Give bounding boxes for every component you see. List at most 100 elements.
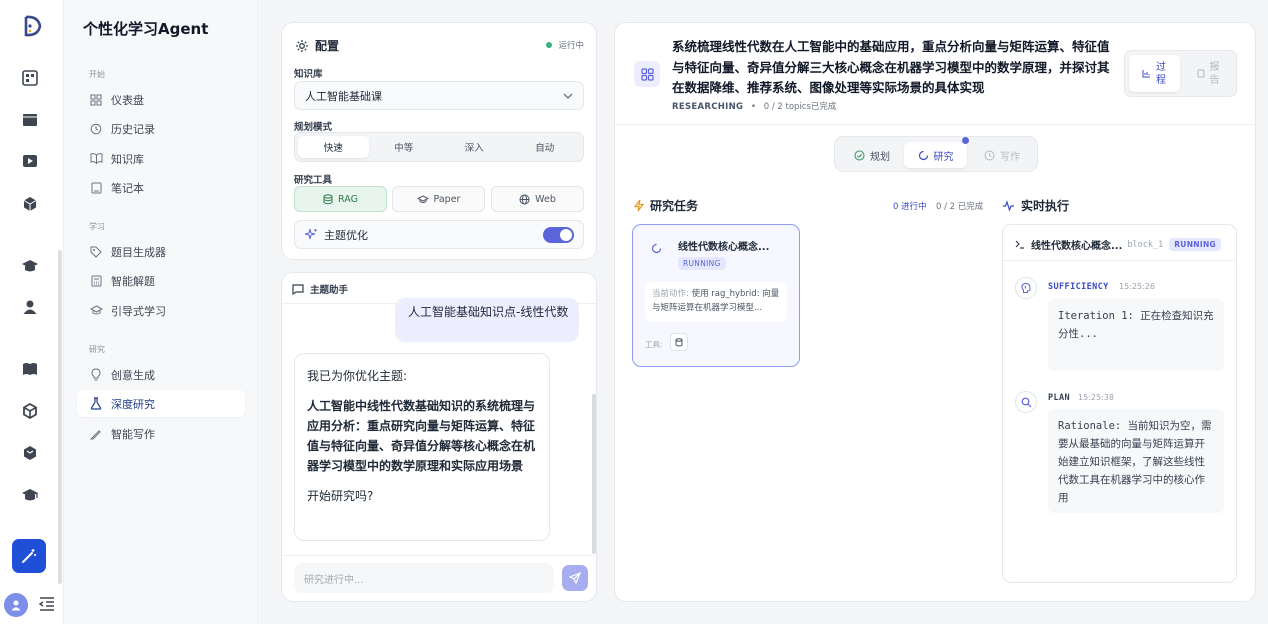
mode-fast[interactable]: 快速 (298, 136, 369, 158)
graduation-icon[interactable] (20, 256, 40, 276)
stage-research[interactable]: 研究 (904, 142, 967, 168)
dashboard-icon (89, 93, 103, 107)
mode-label: 规划模式 (294, 122, 333, 133)
check-circle-icon (854, 149, 865, 161)
nav-item-notebook[interactable]: 笔记本 (77, 174, 245, 201)
nav-item-deep-research[interactable]: 深度研究 (77, 390, 245, 417)
status-dot (546, 42, 553, 48)
collapse-icon[interactable] (38, 596, 58, 614)
active-dot (962, 137, 969, 144)
task-name: 线性代数核心概念... (678, 242, 770, 253)
video-icon[interactable] (20, 110, 40, 130)
book-icon[interactable] (20, 359, 40, 379)
ai-intro: 我已为你优化主题: (307, 369, 408, 383)
nav-item-guided-learning[interactable]: 引导式学习 (77, 297, 245, 324)
process-button[interactable]: 过程 (1129, 55, 1180, 92)
chart-icon (1142, 69, 1151, 78)
topic-opt-toggle[interactable] (543, 227, 574, 243)
graduation-icon (89, 304, 103, 318)
step-content: Rationale: 当前知识为空，需要从最基础的向量与矩阵运算开始建立知识框架… (1048, 409, 1224, 513)
chevron-down-icon (563, 93, 573, 99)
nav-item-smart-writing[interactable]: 智能写作 (77, 420, 245, 447)
assistant-header: 主题助手 (292, 282, 586, 296)
nav-section-title: 开始 (89, 70, 105, 79)
nav-item-knowledge[interactable]: 知识库 (77, 145, 245, 172)
nav-item-idea-gen[interactable]: 创意生成 (77, 361, 245, 388)
exec-header: 实时执行 (1002, 197, 1069, 214)
exec-status-badge: RUNNING (1169, 238, 1221, 251)
box-icon[interactable] (20, 401, 40, 421)
tasks-running: 0 进行中 (893, 202, 927, 212)
chat-scrollbar[interactable] (592, 394, 596, 554)
nav-item-smart-solve[interactable]: 智能解题 (77, 267, 245, 294)
exec-block-header: 线性代数核心概念... block_1 RUNNING (1015, 237, 1227, 252)
tool-rag[interactable]: RAG (294, 186, 387, 212)
stage-plan[interactable]: 规划 (841, 142, 903, 168)
research-status: RESEARCHING • 0 / 2 topics已完成 (672, 100, 836, 112)
nav-item-label: 深度研究 (111, 397, 155, 411)
calculator-icon (89, 274, 103, 288)
nav-section-title: 学习 (89, 222, 105, 231)
play-icon[interactable] (20, 151, 40, 171)
stage-research-label: 研究 (933, 151, 954, 163)
config-panel: 配置 运行中 知识库 人工智能基础课 规划模式 快速 中等 深入 自动 研究工具… (281, 22, 597, 260)
stage-write-label: 写作 (1000, 151, 1020, 163)
logo-icon[interactable] (18, 12, 46, 40)
user-icon[interactable] (20, 297, 40, 317)
mode-auto[interactable]: 自动 (510, 136, 581, 158)
status-progress: 0 / 2 topics已完成 (763, 102, 837, 112)
dashboard-icon[interactable] (20, 68, 40, 88)
tool-web[interactable]: Web (491, 186, 584, 212)
avatar[interactable] (4, 593, 28, 617)
mode-medium[interactable]: 中等 (369, 136, 440, 158)
app-brand: 个性化学习Agent (83, 20, 209, 38)
database-icon (670, 333, 688, 351)
tool-web-label: Web (535, 193, 556, 205)
divider (282, 555, 596, 556)
globe-icon (519, 194, 530, 205)
divider (1003, 260, 1236, 261)
topic-opt-row: 主题优化 (294, 220, 584, 249)
tasks-header: 研究任务 (634, 197, 698, 214)
run-status: 运行中 (546, 39, 584, 51)
task-tools-label: 工具: (645, 340, 663, 349)
run-status-label: 运行中 (558, 41, 584, 51)
package-icon[interactable] (20, 443, 40, 463)
nav-item-dashboard[interactable]: 仪表盘 (77, 86, 245, 113)
mode-segmented: 快速 中等 深入 自动 (294, 132, 584, 162)
grid-icon (634, 61, 660, 87)
exec-title: 实时执行 (1021, 199, 1070, 213)
nav-item-label: 笔记本 (111, 181, 144, 195)
brain-icon (1015, 277, 1037, 299)
kb-select[interactable]: 人工智能基础课 (294, 81, 584, 110)
status-label: RESEARCHING (672, 102, 744, 112)
report-button[interactable]: 报告 (1183, 55, 1234, 92)
tool-paper[interactable]: Paper (392, 186, 485, 212)
clock-icon (984, 150, 995, 161)
task-status-badge: RUNNING (678, 257, 726, 270)
view-toggle: 过程 报告 (1124, 50, 1237, 97)
gear-icon (295, 39, 309, 53)
rail-scrollbar[interactable] (58, 250, 62, 584)
process-label: 过程 (1156, 61, 1166, 86)
nav-item-history[interactable]: 历史记录 (77, 115, 245, 142)
send-icon (569, 572, 581, 584)
doc-icon (1197, 69, 1205, 78)
exec-block-name: 线性代数核心概念... (1031, 241, 1123, 252)
nav-item-question-generator[interactable]: 题目生成器 (77, 238, 245, 265)
chat-input[interactable]: 研究进行中... (294, 563, 554, 593)
cube-icon[interactable] (20, 194, 40, 214)
hat-icon[interactable] (20, 485, 40, 505)
ai-question: 开始研究吗? (307, 489, 374, 503)
stage-write[interactable]: 写作 (971, 142, 1033, 168)
nav-item-label: 仪表盘 (111, 93, 144, 107)
report-label: 报告 (1209, 61, 1220, 86)
stage-plan-label: 规划 (870, 151, 890, 163)
nav-item-label: 智能解题 (111, 274, 155, 288)
task-card[interactable]: 线性代数核心概念... RUNNING 当前动作: 使用 rag_hybrid:… (632, 224, 800, 367)
exec-block-id: block_1 (1127, 239, 1164, 250)
mode-deep[interactable]: 深入 (439, 136, 510, 158)
send-button[interactable] (562, 565, 588, 591)
exec-panel: 线性代数核心概念... block_1 RUNNING SUFFICIENCY … (1002, 224, 1237, 583)
wand-icon[interactable] (12, 539, 46, 573)
